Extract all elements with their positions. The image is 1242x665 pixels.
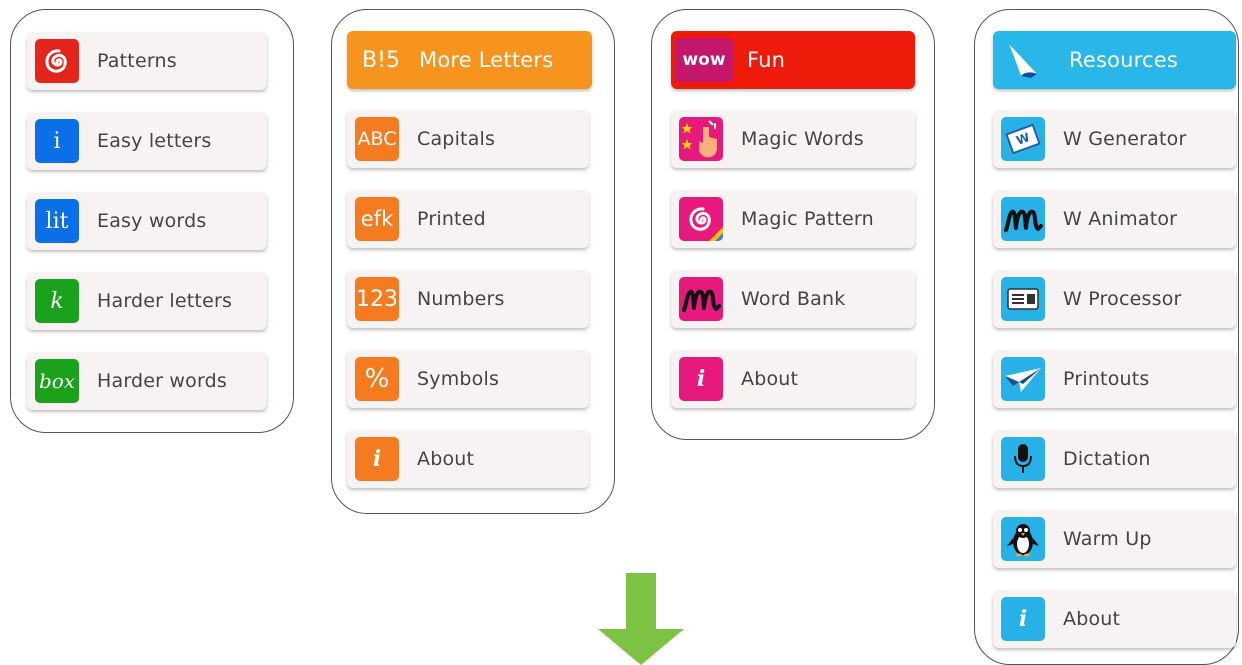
info-icon: i [1001, 597, 1045, 641]
menu-item-label: Patterns [97, 50, 177, 72]
spiral-icon [35, 39, 79, 83]
icon-text: ABC [357, 128, 397, 150]
menu-item-w-processor[interactable]: W Processor [993, 270, 1236, 328]
menu-item-w-animator[interactable]: W Animator [993, 190, 1236, 248]
menu-item-printouts[interactable]: Printouts [993, 350, 1236, 408]
icon-text: lit [45, 208, 69, 234]
menu-item-label: About [741, 368, 799, 390]
header-label: Resources [1069, 48, 1179, 72]
icon-text: i [696, 366, 706, 392]
document-icon [1001, 277, 1045, 321]
menu-item-label: Printed [417, 208, 486, 230]
menu-item-label: Harder letters [97, 290, 233, 312]
menu-item-numbers[interactable]: 123 Numbers [347, 270, 589, 328]
menu-item-magic-pattern[interactable]: Magic Pattern [671, 190, 915, 248]
menu-item-easy-letters[interactable]: i Easy letters [27, 112, 267, 170]
menu-item-label: Magic Words [741, 128, 864, 150]
arrow-shape [598, 573, 684, 665]
menu-item-label: Printouts [1063, 368, 1150, 390]
icon-text: W [1014, 130, 1032, 148]
down-arrow-icon [598, 573, 684, 665]
word-box-icon: box [35, 359, 79, 403]
menu-item-capitals[interactable]: ABC Capitals [347, 110, 589, 168]
info-icon: i [355, 437, 399, 481]
menu-item-magic-words[interactable]: Magic Words [671, 110, 915, 168]
abc-icon: ABC [355, 117, 399, 161]
info-icon: i [679, 357, 723, 401]
icon-text: box [38, 369, 76, 393]
menu-item-label: Harder words [97, 370, 228, 392]
w-generator-icon: W [1001, 117, 1045, 161]
menu-item-about-resources[interactable]: i About [993, 590, 1236, 648]
header-more-letters[interactable]: B!5 More Letters [347, 31, 592, 89]
magic-spiral-icon [679, 197, 723, 241]
paper-plane-icon [1001, 357, 1045, 401]
menu-item-label: Numbers [417, 288, 505, 310]
percent-icon: % [355, 357, 399, 401]
cursive-m-icon [1001, 197, 1045, 241]
icon-text: i [1018, 606, 1028, 632]
menu-item-w-generator[interactable]: W W Generator [993, 110, 1236, 168]
cursive-m-icon [679, 277, 723, 321]
menu-item-warm-up[interactable]: Warm Up [993, 510, 1236, 568]
menu-item-label: Word Bank [741, 288, 846, 310]
menu-item-printed[interactable]: efk Printed [347, 190, 589, 248]
menu-item-label: W Generator [1063, 128, 1187, 150]
letter-i-icon: i [35, 119, 79, 163]
menu-item-patterns[interactable]: Patterns [27, 32, 267, 90]
microphone-icon [1001, 437, 1045, 481]
menu-item-symbols[interactable]: % Symbols [347, 350, 589, 408]
letter-k-icon: k [35, 279, 79, 323]
icon-text: k [50, 288, 64, 314]
header-fun[interactable]: wow Fun [671, 31, 915, 89]
menu-item-label: Dictation [1063, 448, 1151, 470]
menu-item-label: W Processor [1063, 288, 1182, 310]
menu-item-label: Symbols [417, 368, 500, 390]
menu-item-label: Easy letters [97, 130, 212, 152]
icon-text: efk [360, 207, 394, 231]
menu-item-dictation[interactable]: Dictation [993, 430, 1236, 488]
menu-item-label: About [1063, 608, 1121, 630]
wow-logo-icon: wow [675, 38, 733, 82]
menu-item-about-letters[interactable]: i About [347, 430, 589, 488]
efk-icon: efk [355, 197, 399, 241]
icon-text: % [364, 364, 390, 394]
numbers-icon: 123 [355, 277, 399, 321]
menu-item-about-fun[interactable]: i About [671, 350, 915, 408]
w-badge: W [1005, 123, 1041, 155]
menu-item-harder-letters[interactable]: k Harder letters [27, 272, 267, 330]
icon-text: 123 [356, 286, 398, 312]
menu-item-label: About [417, 448, 475, 470]
icon-text: i [372, 446, 382, 472]
icon-text: B!5 [362, 47, 400, 73]
page-curl-icon [1001, 38, 1045, 82]
menu-item-label: Easy words [97, 210, 207, 232]
menu-item-label: Warm Up [1063, 528, 1152, 550]
icon-text: i [53, 128, 61, 154]
b5-logo-icon: B!5 [355, 38, 407, 82]
menu-item-label: Magic Pattern [741, 208, 874, 230]
header-label: More Letters [419, 48, 554, 72]
menu-item-harder-words[interactable]: box Harder words [27, 352, 267, 410]
menu-item-label: W Animator [1063, 208, 1178, 230]
header-label: Fun [747, 48, 786, 72]
menu-item-easy-words[interactable]: lit Easy words [27, 192, 267, 250]
menu-item-label: Capitals [417, 128, 496, 150]
header-resources[interactable]: Resources [993, 31, 1236, 89]
icon-text: wow [682, 50, 726, 70]
magic-hand-icon [679, 117, 723, 161]
menu-item-word-bank[interactable]: Word Bank [671, 270, 915, 328]
word-lit-icon: lit [35, 199, 79, 243]
penguin-icon [1001, 517, 1045, 561]
